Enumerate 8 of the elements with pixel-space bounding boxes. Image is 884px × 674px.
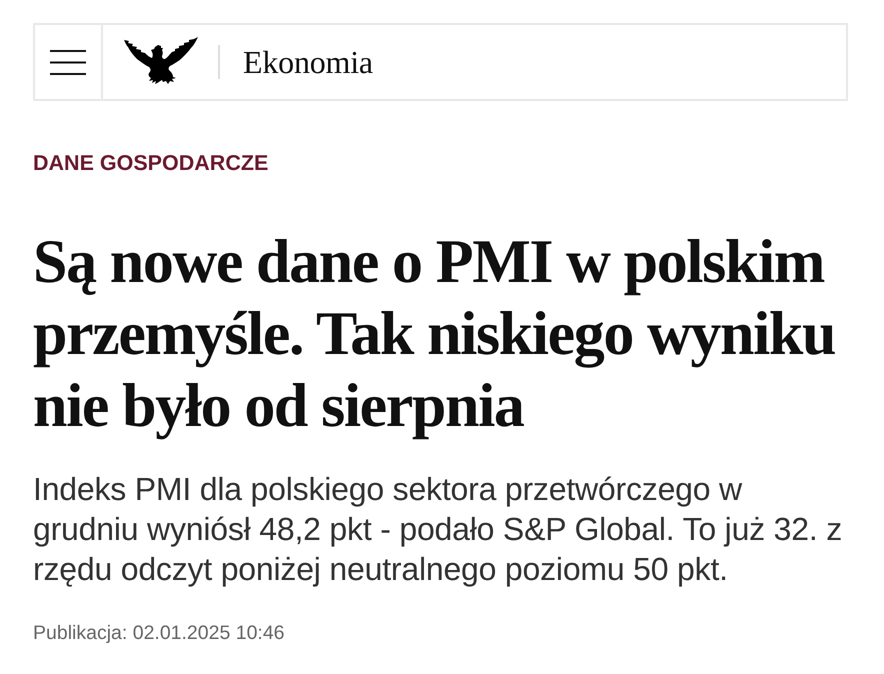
section-title[interactable]: Ekonomia [243, 44, 373, 80]
publication-date: Publikacja: 02.01.2025 10:46 [33, 622, 285, 645]
category-link[interactable]: DANE GOSPODARCZE [33, 150, 268, 176]
logo-link[interactable] [124, 37, 198, 87]
article-title: Są nowe dane o PMI w polskim przemyśle. Tak niskiego wyniku nie było od sierpnia [33, 227, 836, 442]
menu-icon [50, 50, 86, 74]
eagle-logo-icon [124, 37, 198, 87]
article-lead: Indeks PMI dla polskiego sektora przetwórczego w grudniu wyniósł 48,2 pkt - podało S&P Global. To już 32. z rzędu odczyt poniżej neutralnego poziomu 50 pkt. [33, 470, 844, 589]
